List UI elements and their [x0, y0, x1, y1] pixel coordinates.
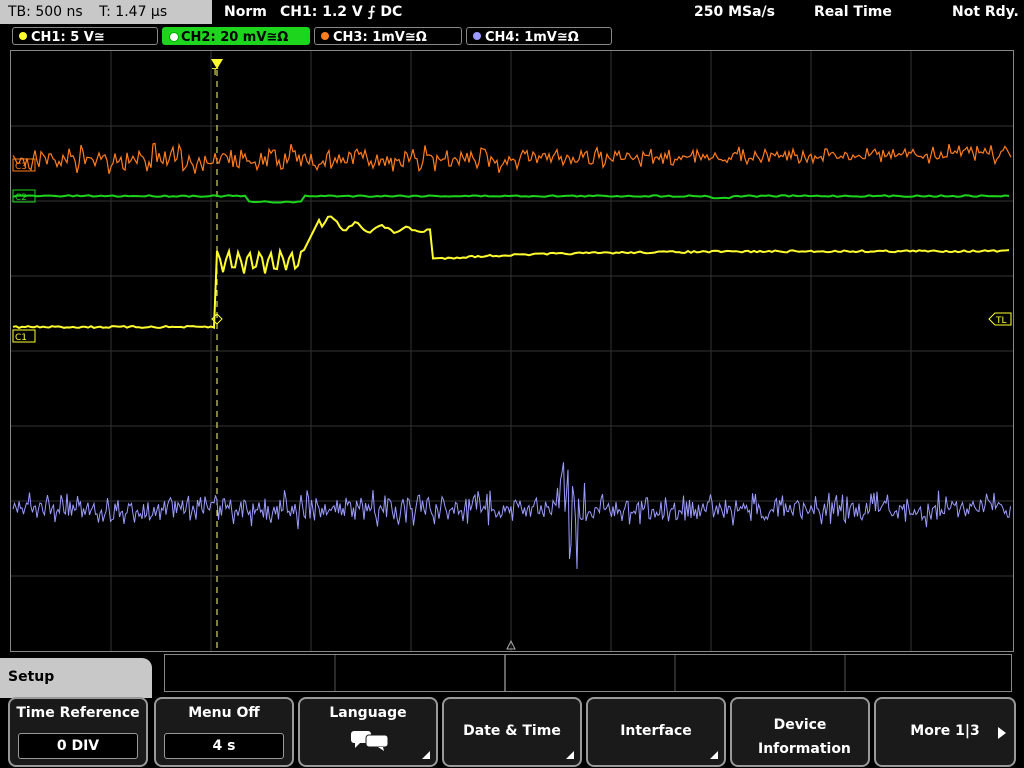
- trigger-time-value: T: 1.47 µs: [99, 4, 168, 20]
- channel-label: CH4: 1mV≅Ω: [485, 30, 579, 45]
- button-label: Time Reference: [16, 705, 140, 721]
- timebase-value: TB: 500 ns: [8, 4, 83, 20]
- channel-tab-ch4[interactable]: CH4: 1mV≅Ω: [466, 27, 612, 45]
- trigger-position-label: T: [211, 67, 219, 78]
- channel-label: CH3: 1mV≅Ω: [333, 30, 427, 45]
- sample-rate: 250 MSa/s: [694, 4, 776, 20]
- next-page-icon: [998, 727, 1006, 739]
- menu-off-value: 4 s: [164, 733, 284, 759]
- language-icon: [351, 731, 389, 751]
- submenu-indicator-icon: [566, 751, 574, 759]
- channel-label: CH1: 5 V≅: [31, 30, 105, 45]
- ch1-marker-label: C1: [15, 333, 27, 343]
- submenu-indicator-icon: [710, 751, 718, 759]
- ch2-color-icon: [169, 32, 179, 42]
- button-label: Menu Off: [188, 705, 260, 721]
- channel-tab-ch2[interactable]: CH2: 20 mV≅Ω: [162, 27, 310, 45]
- menu-off-button[interactable]: Menu Off 4 s: [154, 697, 294, 767]
- trigger-source[interactable]: CH1: 1.2 V ⨍ DC: [280, 0, 402, 24]
- button-label: More 1|3: [910, 723, 980, 739]
- timebase-panel[interactable]: TB: 500 ns T: 1.47 µs: [0, 0, 212, 24]
- ch1-color-icon: [19, 32, 27, 40]
- more-button[interactable]: More 1|3: [874, 697, 1016, 767]
- button-label: Date & Time: [463, 723, 561, 739]
- interface-button[interactable]: Interface: [586, 697, 726, 767]
- trigger-mode[interactable]: Norm: [224, 0, 267, 24]
- ch4-waveform: [12, 462, 1011, 570]
- ch3-marker-label: C3: [15, 162, 27, 172]
- ch2-marker-label: C2: [15, 193, 27, 203]
- submenu-indicator-icon: [422, 751, 430, 759]
- channel-label: CH2: 20 mV≅Ω: [181, 30, 289, 45]
- ch3-color-icon: [321, 32, 329, 40]
- trigger-level-label: TL: [995, 316, 1007, 326]
- waveform-display[interactable]: T C3 C2 C1 TL: [10, 50, 1014, 652]
- channel-tab-ch3[interactable]: CH3: 1mV≅Ω: [314, 27, 462, 45]
- date-time-button[interactable]: Date & Time: [442, 697, 582, 767]
- channel-tab-ch1[interactable]: CH1: 5 V≅: [12, 27, 158, 45]
- time-reference-value: 0 DIV: [18, 733, 138, 759]
- button-label: Device Information: [758, 717, 851, 757]
- button-label: Language: [329, 705, 407, 721]
- button-label: Interface: [620, 723, 692, 739]
- channel-bar: CH1: 5 V≅ CH2: 20 mV≅Ω CH3: 1mV≅Ω CH4: 1…: [12, 27, 614, 47]
- waveform-grid: T C3 C2 C1 TL: [11, 51, 1013, 651]
- setup-menu-tab[interactable]: Setup: [0, 658, 152, 698]
- device-information-button[interactable]: Device Information: [730, 697, 870, 767]
- ch3-waveform: [12, 142, 1012, 174]
- ready-status: Not Rdy.: [952, 4, 1019, 20]
- ch4-color-icon: [473, 32, 481, 40]
- acquisition-mode: Real Time: [814, 4, 892, 20]
- time-reference-button[interactable]: Time Reference 0 DIV: [8, 697, 148, 767]
- zoom-overview: [164, 654, 1012, 692]
- status-bar: Norm CH1: 1.2 V ⨍ DC 250 MSa/s Real Time…: [216, 0, 1024, 24]
- language-button[interactable]: Language: [298, 697, 438, 767]
